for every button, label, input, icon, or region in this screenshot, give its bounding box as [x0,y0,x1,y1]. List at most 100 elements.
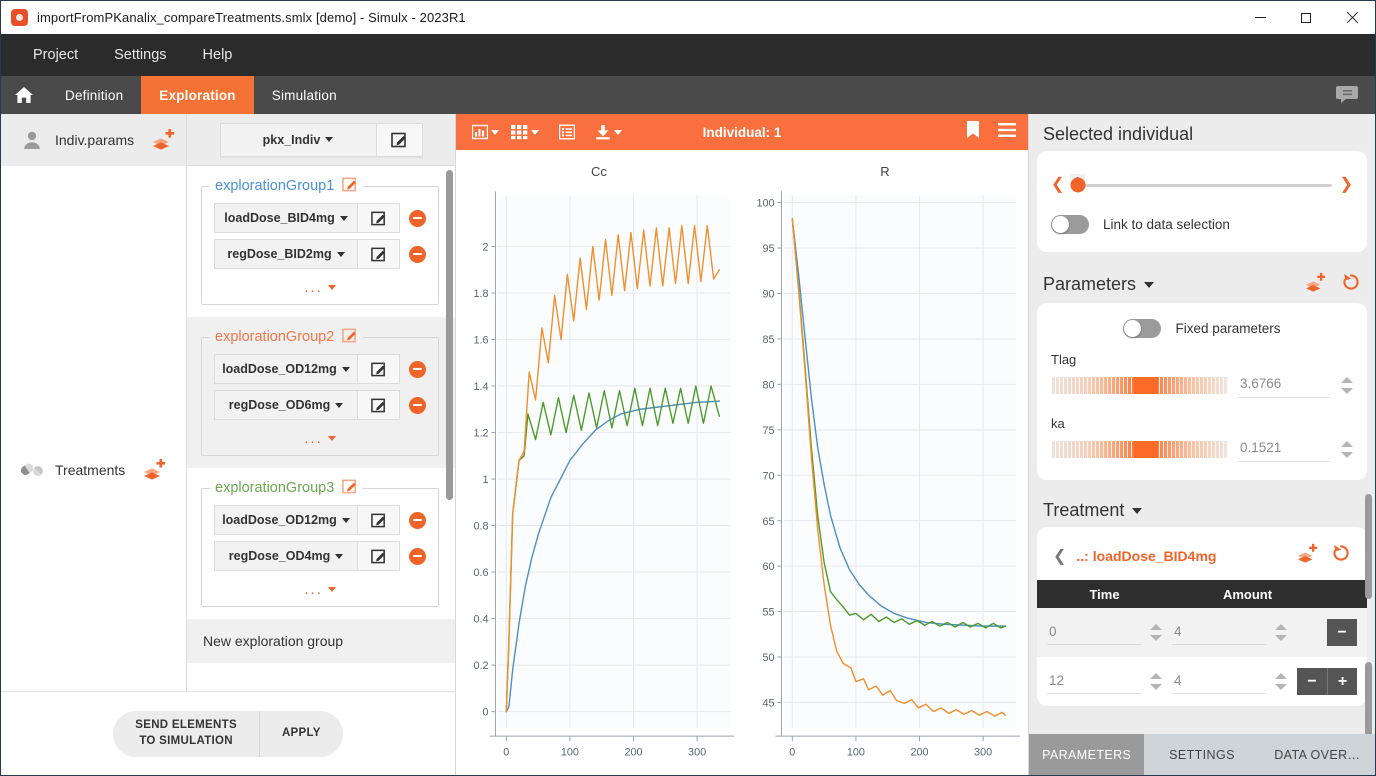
parameters-scrollbar[interactable] [1365,494,1372,599]
parameter-value-input[interactable]: 0.1521 [1238,436,1330,462]
parameter-slider-knob[interactable] [1134,441,1158,458]
amount-stepper[interactable] [1274,624,1287,641]
time-input[interactable]: 12 [1047,669,1141,694]
spinner-up-icon[interactable] [1275,624,1287,630]
close-icon[interactable] [1329,1,1375,34]
parameter-stepper[interactable] [1340,441,1353,458]
link-to-data-selection-toggle[interactable] [1051,215,1089,234]
minus-circle-icon[interactable] [409,210,426,227]
maximize-icon[interactable] [1283,1,1329,34]
pencil-square-icon[interactable] [342,176,358,196]
tab-definition[interactable]: Definition [47,76,141,114]
remove-row-button[interactable]: − [1297,668,1327,695]
caret-down-icon[interactable] [1144,282,1154,288]
expand-more-button[interactable]: ... [214,577,426,598]
add-layers-icon[interactable] [141,458,167,483]
treatment-edit-button[interactable] [357,391,399,419]
parameter-value-input[interactable]: 3.6766 [1238,372,1330,398]
treatment-select[interactable]: regDose_BID2mg [214,239,400,269]
spinner-down-icon[interactable] [1150,684,1162,690]
spinner-up-icon[interactable] [1341,441,1353,447]
amount-input[interactable]: 4 [1172,669,1266,694]
download-icon[interactable] [591,121,626,143]
remove-row-button[interactable]: − [1327,619,1357,646]
caret-down-icon[interactable] [1132,508,1142,514]
parameter-slider[interactable] [1051,441,1228,458]
spinner-down-icon[interactable] [1150,635,1162,641]
treatment-edit-button[interactable] [357,355,399,383]
chat-bubble-icon[interactable] [1325,76,1369,114]
spinner-up-icon[interactable] [1150,673,1162,679]
add-layers-icon[interactable] [1295,543,1319,568]
apply-button[interactable]: APPLY [259,711,343,757]
fixed-parameters-toggle[interactable] [1123,319,1161,338]
spinner-down-icon[interactable] [1341,452,1353,458]
parameter-stepper[interactable] [1340,377,1353,394]
time-input[interactable]: 0 [1047,620,1141,645]
minus-circle-icon[interactable] [409,246,426,263]
treatment-select[interactable]: regDose_OD4mg [214,541,400,571]
left-scrollbar[interactable] [446,170,453,500]
treatment-edit-button[interactable] [357,204,399,232]
tab-data-overlay[interactable]: DATA OVER… [1260,734,1375,775]
parameter-slider-knob[interactable] [1134,377,1158,394]
chart-r[interactable]: 45505560657075808590951000100200300 [742,181,1028,775]
exploration-group-list[interactable]: explorationGroup1 [187,166,455,691]
spinner-down-icon[interactable] [1275,635,1287,641]
expand-more-button[interactable]: ... [214,275,426,296]
treatment-select[interactable]: loadDose_BID4mg [214,203,400,233]
element-selector[interactable]: pkx_Indiv [220,123,423,157]
tab-settings[interactable]: SETTINGS [1144,734,1259,775]
spinner-up-icon[interactable] [1150,624,1162,630]
send-elements-to-simulation-button[interactable]: SEND ELEMENTS TO SIMULATION [113,711,259,757]
time-stepper[interactable] [1149,673,1162,690]
chevron-left-icon[interactable]: ❮ [1053,546,1066,566]
pencil-square-icon[interactable] [342,478,358,498]
new-exploration-group-button[interactable]: New exploration group [187,619,455,663]
amount-stepper[interactable] [1274,673,1287,690]
grid-layout-icon[interactable] [507,121,543,143]
minus-circle-icon[interactable] [409,397,426,414]
treatment-edit-button[interactable] [357,240,399,268]
hamburger-menu-icon[interactable] [998,123,1016,142]
category-indiv-params[interactable]: Indiv.params [1,114,186,166]
pencil-square-icon[interactable] [342,327,358,347]
expand-more-button[interactable]: ... [214,426,426,447]
reset-arrow-icon[interactable] [1331,543,1351,568]
time-stepper[interactable] [1149,624,1162,641]
menu-settings[interactable]: Settings [96,34,184,76]
chevron-right-icon[interactable]: ❯ [1340,177,1353,193]
spinner-up-icon[interactable] [1341,377,1353,383]
treatment-select[interactable]: loadDose_OD12mg [214,354,400,384]
bookmark-icon[interactable] [966,121,980,144]
reset-arrow-icon[interactable] [1341,272,1361,297]
bar-chart-icon[interactable] [468,121,503,143]
amount-input[interactable]: 4 [1172,620,1266,645]
parameter-slider[interactable] [1051,377,1228,394]
menu-help[interactable]: Help [185,34,251,76]
minimize-icon[interactable] [1237,1,1283,34]
tab-simulation[interactable]: Simulation [254,76,355,114]
spinner-down-icon[interactable] [1341,388,1353,394]
treatment-select[interactable]: loadDose_OD12mg [214,505,400,535]
treatment-select[interactable]: regDose_OD6mg [214,390,400,420]
spinner-down-icon[interactable] [1275,684,1287,690]
minus-circle-icon[interactable] [409,361,426,378]
add-row-button[interactable]: + [1327,668,1357,695]
minus-circle-icon[interactable] [409,548,426,565]
category-treatments[interactable]: Treatments [1,444,186,496]
treatment-edit-button[interactable] [357,542,399,570]
individual-slider[interactable]: 1 [1072,184,1331,187]
chevron-left-icon[interactable]: ❮ [1051,177,1064,193]
legend-list-icon[interactable] [555,121,579,143]
tab-parameters[interactable]: PARAMETERS [1029,734,1144,775]
home-icon[interactable] [1,76,47,114]
tab-exploration[interactable]: Exploration [141,76,253,114]
element-edit-button[interactable] [376,124,422,156]
menu-project[interactable]: Project [15,34,96,76]
treatment-scrollbar[interactable] [1365,662,1372,734]
add-layers-icon[interactable] [150,128,176,153]
chart-cc[interactable]: 00.20.40.60.811.21.41.61.820100200300 [456,181,742,775]
add-layers-icon[interactable] [1303,272,1327,297]
treatment-edit-button[interactable] [357,506,399,534]
